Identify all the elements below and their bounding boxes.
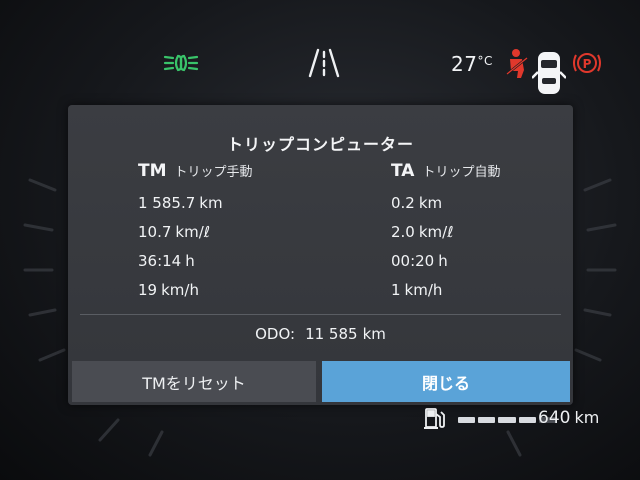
tm-distance-unit: km: [199, 194, 223, 212]
ta-distance-unit: km: [418, 194, 443, 212]
fuel-level-segment: [478, 417, 496, 423]
fuel-level-segment: [498, 417, 516, 423]
ta-distance-value: 0.2: [391, 194, 415, 212]
fuel-range-value: 640: [538, 408, 571, 428]
tm-avg-speed-value: 19: [138, 281, 158, 299]
tm-time-unit: h: [185, 252, 195, 270]
tm-time: 36:14 h: [138, 247, 253, 276]
odometer-value: 11 585: [305, 325, 358, 343]
tm-distance-value: 1 585.7: [138, 194, 196, 212]
divider: [80, 314, 561, 315]
tm-distance: 1 585.7 km: [138, 189, 253, 218]
ta-code: TA: [391, 161, 415, 181]
ta-fuel-economy-value: 2.0: [391, 223, 415, 241]
fuel-level-segment: [458, 417, 476, 423]
ta-time-unit: h: [438, 252, 448, 270]
tm-fuel-economy-value: 10.7: [138, 223, 172, 241]
odometer: ODO: 11 585 km: [68, 325, 573, 343]
tm-avg-speed-unit: km/h: [161, 281, 199, 299]
temperature-value: 27: [451, 52, 478, 76]
lane-assist-icon: [308, 48, 340, 78]
fuel-range-indicator: 640 km: [424, 406, 624, 432]
tm-header: TM トリップ手動: [138, 161, 253, 189]
tm-code: TM: [138, 161, 167, 181]
headlight-icon: [163, 54, 199, 72]
ta-column: TA トリップ自動 0.2 km 2.0 km/ℓ 00:20 h 1 km/h: [391, 161, 500, 305]
outside-temperature: 27°C: [451, 52, 493, 76]
fuel-level-segment: [518, 417, 536, 423]
ta-avg-speed-unit: km/h: [404, 281, 443, 299]
temperature-unit: °C: [477, 54, 493, 68]
instrument-cluster-screen: 27°C P トリップコンピューター TM トリップ手動 1 585.7 km …: [0, 0, 640, 480]
trip-computer-dialog: トリップコンピューター TM トリップ手動 1 585.7 km 10.7 km/ℓ…: [68, 105, 573, 405]
tm-column: TM トリップ手動 1 585.7 km 10.7 km/ℓ 36:14 h 19 km…: [138, 161, 253, 305]
ta-avg-speed-value: 1: [391, 281, 401, 299]
odometer-label: ODO:: [255, 325, 296, 343]
odometer-unit: km: [362, 325, 386, 343]
parking-brake-icon: P: [573, 53, 601, 73]
ta-distance: 0.2 km: [391, 189, 500, 218]
ta-fuel-economy-unit: km/ℓ: [418, 223, 454, 241]
close-button[interactable]: 閉じる: [322, 361, 570, 402]
tm-mode: トリップ手動: [174, 165, 253, 180]
tm-fuel-economy-unit: km/ℓ: [175, 223, 210, 241]
tm-time-value: 36:14: [138, 252, 182, 270]
fuel-range: 640 km: [538, 408, 599, 428]
ta-avg-speed: 1 km/h: [391, 276, 500, 305]
fuel-range-unit: km: [574, 408, 600, 427]
ta-mode: トリップ自動: [422, 165, 501, 180]
car-doors-icon: [532, 52, 566, 94]
fuel-pump-icon: [424, 408, 445, 429]
ta-fuel-economy: 2.0 km/ℓ: [391, 218, 500, 247]
svg-text:P: P: [583, 57, 592, 71]
tm-fuel-economy: 10.7 km/ℓ: [138, 218, 253, 247]
reset-tm-button[interactable]: TMをリセット: [72, 361, 316, 402]
ta-header: TA トリップ自動: [391, 161, 500, 189]
ta-time-value: 00:20: [391, 252, 435, 270]
ta-time: 00:20 h: [391, 247, 500, 276]
tm-avg-speed: 19 km/h: [138, 276, 253, 305]
seatbelt-warning-icon: [506, 49, 528, 78]
dialog-title: トリップコンピューター: [226, 135, 414, 154]
